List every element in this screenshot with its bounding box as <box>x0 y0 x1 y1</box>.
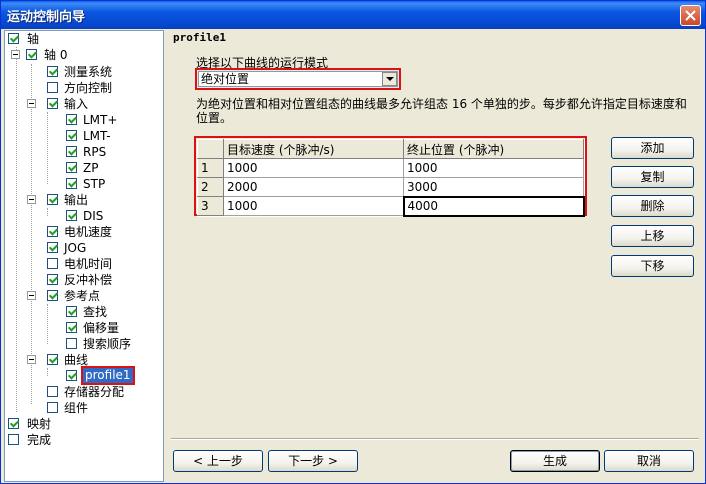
title-bar[interactable]: 运动控制向导 <box>1 1 705 29</box>
next-button[interactable]: 下一步 > <box>268 450 358 472</box>
checkbox-icon[interactable] <box>47 386 58 397</box>
checkbox-icon[interactable] <box>66 370 77 381</box>
mode-select-value: 绝对位置 <box>201 72 250 86</box>
cancel-button[interactable]: 取消 <box>604 450 694 472</box>
collapse-icon[interactable] <box>27 99 36 108</box>
copy-button[interactable]: 复制 <box>611 166 694 188</box>
collapse-icon[interactable] <box>27 195 36 204</box>
table-row: 3 1000 4000 <box>197 195 585 217</box>
speed-cell[interactable]: 1000 <box>223 158 404 178</box>
speed-cell[interactable]: 2000 <box>223 177 404 197</box>
collapse-icon[interactable] <box>11 50 20 59</box>
checkbox-icon[interactable] <box>47 66 58 77</box>
back-button[interactable]: < 上一步 <box>173 450 263 472</box>
row-number[interactable]: 3 <box>197 196 224 216</box>
checkbox-icon[interactable] <box>66 338 77 349</box>
checkbox-icon[interactable] <box>66 306 77 317</box>
row-number[interactable]: 1 <box>197 158 224 178</box>
axis-tree[interactable]: 轴 轴 0 测量系统 方向控制 输入 LMT+ LMT- RPS ZP STP … <box>4 30 164 482</box>
checkbox-icon[interactable] <box>47 274 58 285</box>
mode-select-highlight: 绝对位置 <box>195 68 401 90</box>
grid-header-row: 目标速度 (个脉冲/s) 终止位置 (个脉冲) <box>197 139 584 159</box>
header-target-speed[interactable]: 目标速度 (个脉冲/s) <box>223 139 404 159</box>
checkbox-icon[interactable] <box>26 49 37 60</box>
checkbox-icon[interactable] <box>47 290 58 301</box>
header-end-position[interactable]: 终止位置 (个脉冲) <box>403 139 584 159</box>
checkbox-icon[interactable] <box>47 258 58 269</box>
add-button[interactable]: 添加 <box>611 137 694 159</box>
position-cell-active[interactable]: 4000 <box>402 195 585 217</box>
corner-cell <box>197 139 224 159</box>
checkbox-icon[interactable] <box>66 114 77 125</box>
delete-button[interactable]: 删除 <box>611 195 694 217</box>
checkbox-icon[interactable] <box>47 354 58 365</box>
checkbox-icon[interactable] <box>47 402 58 413</box>
checkbox-icon[interactable] <box>66 178 77 189</box>
collapse-icon[interactable] <box>27 291 36 300</box>
checkbox-icon[interactable] <box>47 242 58 253</box>
position-cell[interactable]: 1000 <box>403 158 584 178</box>
checkbox-icon[interactable] <box>47 98 58 109</box>
selected-tree-label: profile1 <box>81 366 135 385</box>
checkbox-icon[interactable] <box>66 130 77 141</box>
table-row: 1 1000 1000 <box>197 158 584 178</box>
speed-cell[interactable]: 1000 <box>223 196 404 216</box>
chevron-down-icon <box>386 77 394 81</box>
checkbox-icon[interactable] <box>66 210 77 221</box>
checkbox-icon[interactable] <box>8 434 19 445</box>
checkbox-icon[interactable] <box>47 226 58 237</box>
move-up-button[interactable]: 上移 <box>611 225 694 247</box>
steps-grid-highlight: 目标速度 (个脉冲/s) 终止位置 (个脉冲) 1 1000 1000 2 20… <box>194 136 587 217</box>
checkbox-icon[interactable] <box>66 322 77 333</box>
footer-divider <box>171 438 699 440</box>
position-cell[interactable]: 3000 <box>403 177 584 197</box>
checkbox-icon[interactable] <box>47 82 58 93</box>
wizard-window: 运动控制向导 轴 轴 0 测量系统 方向控制 输入 LMT+ LMT- RPS … <box>0 0 706 484</box>
checkbox-icon[interactable] <box>47 194 58 205</box>
mode-select[interactable]: 绝对位置 <box>198 71 398 87</box>
table-row: 2 2000 3000 <box>197 177 584 197</box>
page-title: profile1 <box>173 31 226 44</box>
row-number[interactable]: 2 <box>197 177 224 197</box>
close-icon <box>685 10 696 21</box>
window-title: 运动控制向导 <box>7 10 86 25</box>
move-down-button[interactable]: 下移 <box>611 255 694 277</box>
generate-button[interactable]: 生成 <box>510 450 600 472</box>
checkbox-icon[interactable] <box>8 418 19 429</box>
checkbox-icon[interactable] <box>66 162 77 173</box>
checkbox-icon[interactable] <box>8 33 19 44</box>
close-button[interactable] <box>680 5 701 26</box>
dropdown-button[interactable] <box>382 72 397 86</box>
collapse-icon[interactable] <box>27 355 36 364</box>
description-text: 为绝对位置和相对位置组态的曲线最多允许组态 16 个单独的步。每步都允许指定目标… <box>196 97 687 125</box>
checkbox-icon[interactable] <box>66 146 77 157</box>
steps-grid[interactable]: 目标速度 (个脉冲/s) 终止位置 (个脉冲) 1 1000 1000 2 20… <box>197 139 585 217</box>
